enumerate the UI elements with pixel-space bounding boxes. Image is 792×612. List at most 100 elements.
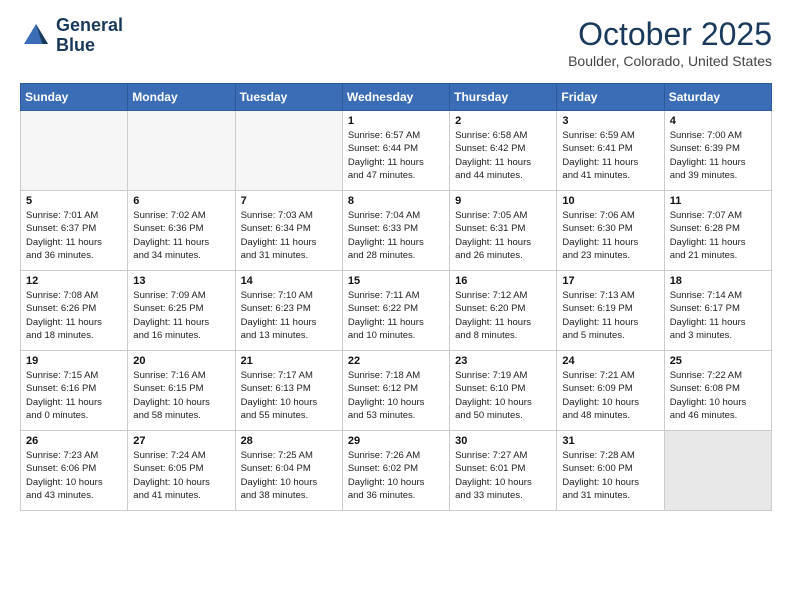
day-number: 25 [670, 355, 766, 367]
day-number: 7 [241, 195, 337, 207]
calendar-cell: 8 Sunrise: 7:04 AM Sunset: 6:33 PM Daylig… [342, 191, 449, 271]
calendar-cell: 4Sunrise: 7:00 AM Sunset: 6:39 PM Daylig… [664, 111, 771, 191]
day-info: Sunrise: 7:06 AM Sunset: 6:30 PM Dayligh… [562, 209, 658, 262]
day-info: Sunrise: 7:19 AM Sunset: 6:10 PM Dayligh… [455, 369, 551, 422]
calendar-cell [664, 431, 771, 511]
day-info: Sunrise: 7:13 AM Sunset: 6:19 PM Dayligh… [562, 289, 658, 342]
calendar-cell: 5 Sunrise: 7:01 AM Sunset: 6:37 PM Daylig… [21, 191, 128, 271]
day-number: 28 [241, 435, 337, 447]
calendar-cell: 21 Sunrise: 7:17 AM Sunset: 6:13 PM Dayli… [235, 351, 342, 431]
title-block: October 2025 Boulder, Colorado, United S… [568, 16, 772, 69]
month-title: October 2025 [568, 16, 772, 53]
day-info: Sunrise: 7:11 AM Sunset: 6:22 PM Dayligh… [348, 289, 444, 342]
calendar-cell: 9 Sunrise: 7:05 AM Sunset: 6:31 PM Daylig… [450, 191, 557, 271]
calendar-cell [235, 111, 342, 191]
day-number: 17 [562, 275, 658, 287]
weekday-header-tuesday: Tuesday [235, 84, 342, 111]
calendar-cell: 25 Sunrise: 7:22 AM Sunset: 6:08 PM Dayli… [664, 351, 771, 431]
day-number: 2 [455, 115, 551, 127]
week-row-2: 5 Sunrise: 7:01 AM Sunset: 6:37 PM Daylig… [21, 191, 772, 271]
calendar-cell: 18 Sunrise: 7:14 AM Sunset: 6:17 PM Dayli… [664, 271, 771, 351]
day-number: 14 [241, 275, 337, 287]
day-number: 19 [26, 355, 122, 367]
calendar-cell: 26 Sunrise: 7:23 AM Sunset: 6:06 PM Dayli… [21, 431, 128, 511]
day-number: 30 [455, 435, 551, 447]
day-info: Sunrise: 7:04 AM Sunset: 6:33 PM Dayligh… [348, 209, 444, 262]
day-number: 6 [133, 195, 229, 207]
day-info: Sunrise: 7:28 AM Sunset: 6:00 PM Dayligh… [562, 449, 658, 502]
day-number: 4 [670, 115, 766, 127]
day-number: 5 [26, 195, 122, 207]
calendar-cell: 27Sunrise: 7:24 AM Sunset: 6:05 PM Dayli… [128, 431, 235, 511]
day-info: Sunrise: 7:23 AM Sunset: 6:06 PM Dayligh… [26, 449, 122, 502]
calendar-cell: 24Sunrise: 7:21 AM Sunset: 6:09 PM Dayli… [557, 351, 664, 431]
week-row-3: 12 Sunrise: 7:08 AM Sunset: 6:26 PM Dayli… [21, 271, 772, 351]
day-info: Sunrise: 7:05 AM Sunset: 6:31 PM Dayligh… [455, 209, 551, 262]
day-number: 13 [133, 275, 229, 287]
calendar-cell: 29 Sunrise: 7:26 AM Sunset: 6:02 PM Dayli… [342, 431, 449, 511]
weekday-header-monday: Monday [128, 84, 235, 111]
day-info: Sunrise: 7:07 AM Sunset: 6:28 PM Dayligh… [670, 209, 766, 262]
calendar-cell [21, 111, 128, 191]
page-header: General Blue October 2025 Boulder, Color… [20, 16, 772, 69]
day-info: Sunrise: 7:27 AM Sunset: 6:01 PM Dayligh… [455, 449, 551, 502]
day-info: Sunrise: 7:17 AM Sunset: 6:13 PM Dayligh… [241, 369, 337, 422]
day-number: 22 [348, 355, 444, 367]
day-info: Sunrise: 7:01 AM Sunset: 6:37 PM Dayligh… [26, 209, 122, 262]
calendar-cell: 23 Sunrise: 7:19 AM Sunset: 6:10 PM Dayli… [450, 351, 557, 431]
day-number: 26 [26, 435, 122, 447]
day-info: Sunrise: 7:12 AM Sunset: 6:20 PM Dayligh… [455, 289, 551, 342]
day-info: Sunrise: 7:26 AM Sunset: 6:02 PM Dayligh… [348, 449, 444, 502]
day-info: Sunrise: 7:08 AM Sunset: 6:26 PM Dayligh… [26, 289, 122, 342]
day-info: Sunrise: 7:14 AM Sunset: 6:17 PM Dayligh… [670, 289, 766, 342]
calendar-cell: 7Sunrise: 7:03 AM Sunset: 6:34 PM Daylig… [235, 191, 342, 271]
calendar-cell: 2Sunrise: 6:58 AM Sunset: 6:42 PM Daylig… [450, 111, 557, 191]
calendar-cell: 15 Sunrise: 7:11 AM Sunset: 6:22 PM Dayli… [342, 271, 449, 351]
weekday-header-friday: Friday [557, 84, 664, 111]
day-info: Sunrise: 7:02 AM Sunset: 6:36 PM Dayligh… [133, 209, 229, 262]
day-number: 9 [455, 195, 551, 207]
calendar-cell: 12 Sunrise: 7:08 AM Sunset: 6:26 PM Dayli… [21, 271, 128, 351]
calendar-cell: 11Sunrise: 7:07 AM Sunset: 6:28 PM Dayli… [664, 191, 771, 271]
day-info: Sunrise: 7:22 AM Sunset: 6:08 PM Dayligh… [670, 369, 766, 422]
week-row-1: 1Sunrise: 6:57 AM Sunset: 6:44 PM Daylig… [21, 111, 772, 191]
week-row-4: 19Sunrise: 7:15 AM Sunset: 6:16 PM Dayli… [21, 351, 772, 431]
calendar-cell [128, 111, 235, 191]
logo-icon [20, 20, 52, 52]
day-number: 23 [455, 355, 551, 367]
day-number: 12 [26, 275, 122, 287]
calendar-cell: 22Sunrise: 7:18 AM Sunset: 6:12 PM Dayli… [342, 351, 449, 431]
day-number: 29 [348, 435, 444, 447]
calendar-cell: 13 Sunrise: 7:09 AM Sunset: 6:25 PM Dayli… [128, 271, 235, 351]
weekday-header-row: SundayMondayTuesdayWednesdayThursdayFrid… [21, 84, 772, 111]
week-row-5: 26 Sunrise: 7:23 AM Sunset: 6:06 PM Dayli… [21, 431, 772, 511]
day-number: 16 [455, 275, 551, 287]
weekday-header-wednesday: Wednesday [342, 84, 449, 111]
calendar-cell: 3Sunrise: 6:59 AM Sunset: 6:41 PM Daylig… [557, 111, 664, 191]
weekday-header-sunday: Sunday [21, 84, 128, 111]
day-number: 21 [241, 355, 337, 367]
weekday-header-thursday: Thursday [450, 84, 557, 111]
calendar-cell: 20Sunrise: 7:16 AM Sunset: 6:15 PM Dayli… [128, 351, 235, 431]
calendar-cell: 17 Sunrise: 7:13 AM Sunset: 6:19 PM Dayli… [557, 271, 664, 351]
day-number: 20 [133, 355, 229, 367]
logo: General Blue [20, 16, 123, 56]
calendar-cell: 16 Sunrise: 7:12 AM Sunset: 6:20 PM Dayli… [450, 271, 557, 351]
day-info: Sunrise: 7:25 AM Sunset: 6:04 PM Dayligh… [241, 449, 337, 502]
calendar-cell: 14Sunrise: 7:10 AM Sunset: 6:23 PM Dayli… [235, 271, 342, 351]
day-number: 24 [562, 355, 658, 367]
calendar-cell: 1Sunrise: 6:57 AM Sunset: 6:44 PM Daylig… [342, 111, 449, 191]
day-number: 18 [670, 275, 766, 287]
calendar-table: SundayMondayTuesdayWednesdayThursdayFrid… [20, 83, 772, 511]
day-number: 1 [348, 115, 444, 127]
calendar-cell: 31Sunrise: 7:28 AM Sunset: 6:00 PM Dayli… [557, 431, 664, 511]
day-number: 3 [562, 115, 658, 127]
day-number: 27 [133, 435, 229, 447]
day-number: 15 [348, 275, 444, 287]
day-number: 8 [348, 195, 444, 207]
calendar-cell: 30 Sunrise: 7:27 AM Sunset: 6:01 PM Dayli… [450, 431, 557, 511]
day-info: Sunrise: 7:09 AM Sunset: 6:25 PM Dayligh… [133, 289, 229, 342]
calendar-cell: 10Sunrise: 7:06 AM Sunset: 6:30 PM Dayli… [557, 191, 664, 271]
calendar-cell: 28 Sunrise: 7:25 AM Sunset: 6:04 PM Dayli… [235, 431, 342, 511]
calendar-cell: 6 Sunrise: 7:02 AM Sunset: 6:36 PM Daylig… [128, 191, 235, 271]
